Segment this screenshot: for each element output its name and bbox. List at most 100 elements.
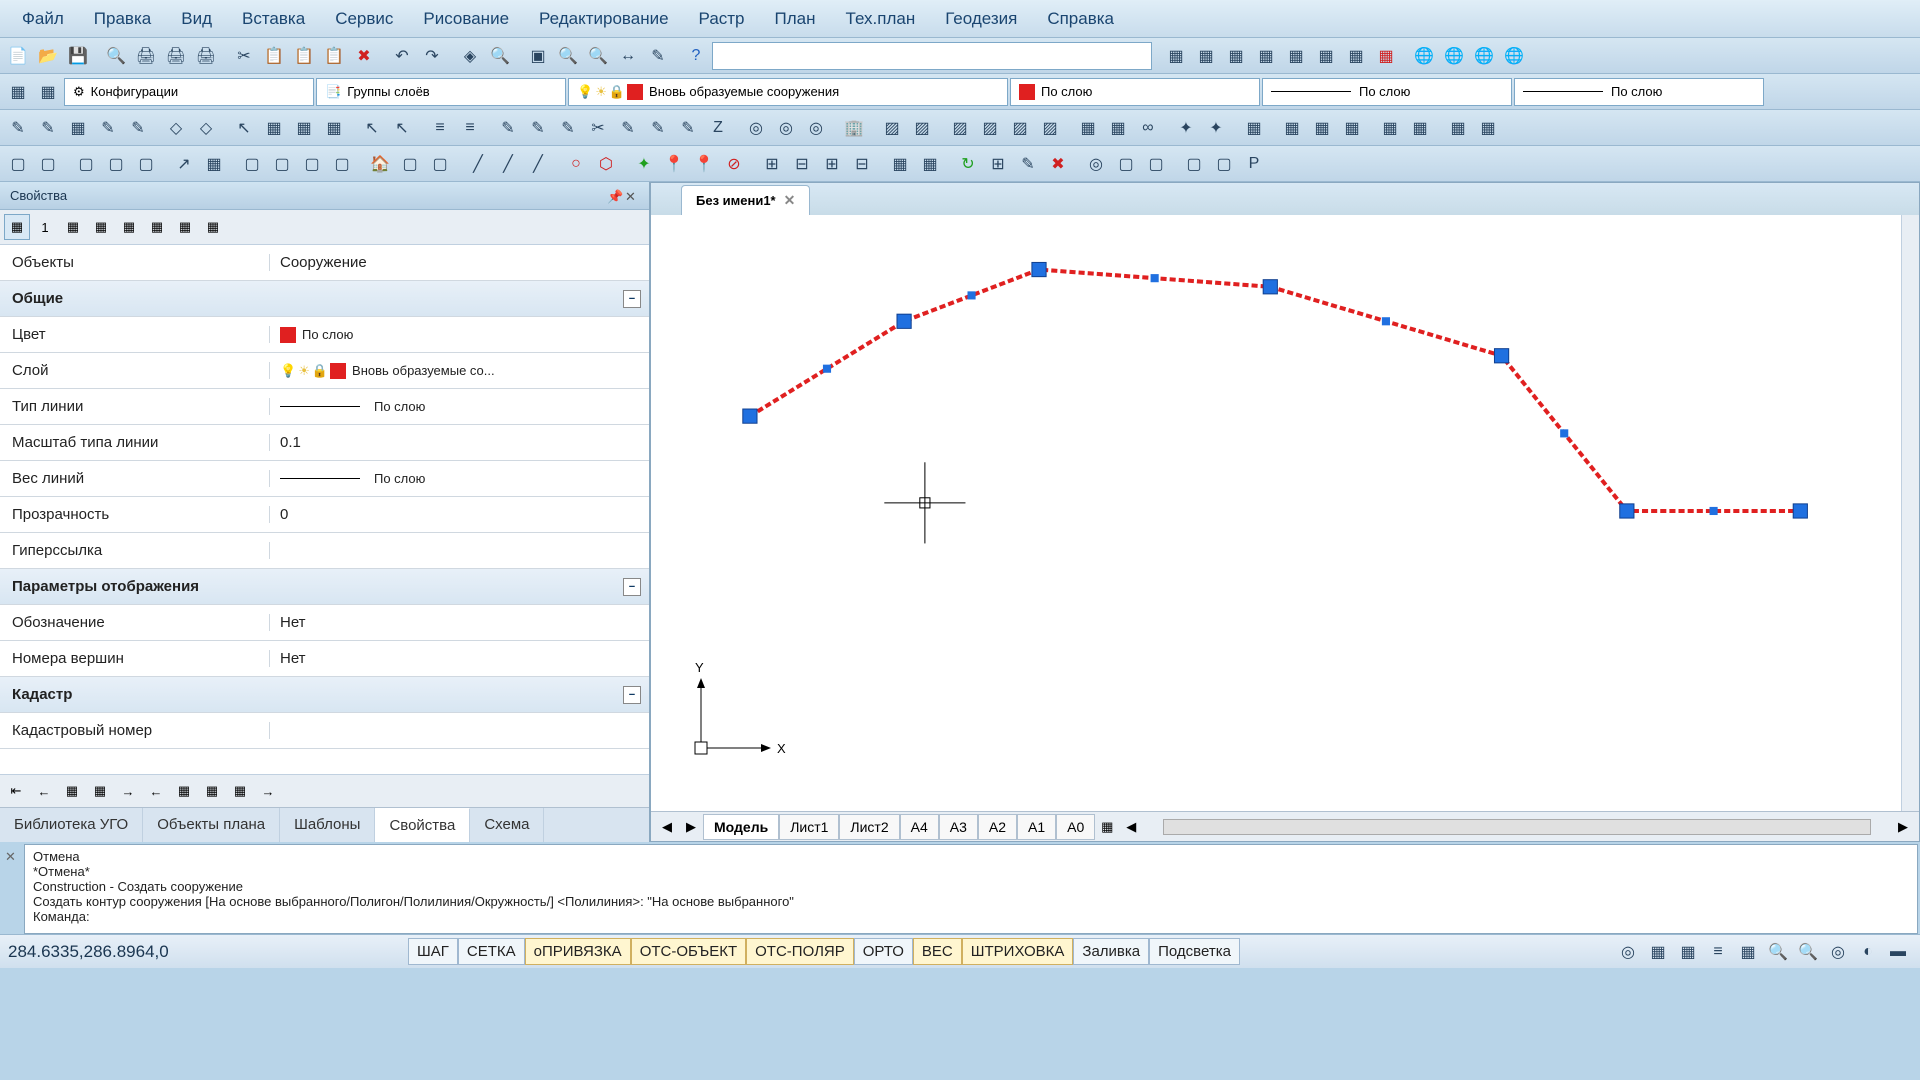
c4-ii-icon[interactable]: ▢ xyxy=(1112,150,1140,178)
c4-hh-icon[interactable]: ◎ xyxy=(1082,150,1110,178)
c4-w-icon[interactable]: ⊘ xyxy=(720,150,748,178)
config-combo[interactable]: ⚙ Конфигурации xyxy=(64,78,314,106)
print-icon[interactable]: 🖨 xyxy=(132,42,160,70)
status-toggle-отс-поляр[interactable]: ОТС-ПОЛЯР xyxy=(746,938,854,965)
sel-a-icon[interactable]: ↖ xyxy=(230,114,258,142)
prop-row-cadnum[interactable]: Кадастровый номер xyxy=(0,713,649,749)
nav-a-icon[interactable]: ▦ xyxy=(59,778,85,804)
c4-d-icon[interactable]: ▢ xyxy=(102,150,130,178)
c4-b-icon[interactable]: ▢ xyxy=(34,150,62,178)
c4-v-icon[interactable]: 📍 xyxy=(690,150,718,178)
star-b-icon[interactable]: ✦ xyxy=(1202,114,1230,142)
tool-c-icon[interactable]: ▦ xyxy=(64,114,92,142)
menu-view[interactable]: Вид xyxy=(167,3,226,35)
nav-e-icon[interactable]: ▦ xyxy=(171,778,197,804)
collapse-icon[interactable]: − xyxy=(623,578,641,596)
c4-bb-icon[interactable]: ▦ xyxy=(886,150,914,178)
zoom-out-icon[interactable]: 🔍 xyxy=(554,42,582,70)
ed-e-icon[interactable]: ✎ xyxy=(614,114,642,142)
prop-row-ltscale[interactable]: Масштаб типа линии 0.1 xyxy=(0,425,649,461)
menu-techplan[interactable]: Тех.план xyxy=(832,3,930,35)
ptool-g-icon[interactable]: ▦ xyxy=(172,214,198,240)
cur-a-icon[interactable]: ↖ xyxy=(358,114,386,142)
section-display[interactable]: Параметры отображения − xyxy=(0,569,649,605)
c4-mm-icon[interactable]: P xyxy=(1240,150,1268,178)
sel-b-icon[interactable]: ▦ xyxy=(260,114,288,142)
open-icon[interactable]: 📂 xyxy=(34,42,62,70)
menu-service[interactable]: Сервис xyxy=(321,3,407,35)
sheet-scrollbar[interactable] xyxy=(1163,819,1871,835)
status-toggle-штриховка[interactable]: ШТРИХОВКА xyxy=(962,938,1074,965)
tab-properties[interactable]: Свойства xyxy=(375,808,470,842)
linetype-combo[interactable]: По слою xyxy=(1262,78,1512,106)
status-toggle-вес[interactable]: ВЕС xyxy=(913,938,962,965)
c4-n-icon[interactable]: ▢ xyxy=(426,150,454,178)
c4-aa-icon[interactable]: ⊟ xyxy=(848,150,876,178)
zoom-in-icon[interactable]: 🔍 xyxy=(584,42,612,70)
ed-c-icon[interactable]: ✎ xyxy=(554,114,582,142)
c4-ff-icon[interactable]: ✎ xyxy=(1014,150,1042,178)
status-toggle-сетка[interactable]: СЕТКА xyxy=(458,938,525,965)
grid-f-icon[interactable]: ▦ xyxy=(1312,42,1340,70)
big-f-icon[interactable]: ▦ xyxy=(1444,114,1472,142)
list-b-icon[interactable]: ≡ xyxy=(456,114,484,142)
collapse-icon[interactable]: − xyxy=(623,290,641,308)
pin-icon[interactable]: 📌 xyxy=(607,189,621,203)
c4-jj-icon[interactable]: ▢ xyxy=(1142,150,1170,178)
nav-c-icon[interactable]: → xyxy=(115,778,141,804)
zoom-win-icon[interactable]: ▣ xyxy=(524,42,552,70)
prop-row-objects[interactable]: Объекты Сооружение xyxy=(0,245,649,281)
c4-y-icon[interactable]: ⊟ xyxy=(788,150,816,178)
stat-c-icon[interactable]: ▦ xyxy=(1674,938,1702,966)
c4-ee-icon[interactable]: ⊞ xyxy=(984,150,1012,178)
menu-insert[interactable]: Вставка xyxy=(228,3,319,35)
cut-icon[interactable]: ✂ xyxy=(230,42,258,70)
ed-b-icon[interactable]: ✎ xyxy=(524,114,552,142)
ptool-a-icon[interactable]: ▦ xyxy=(4,214,30,240)
prop-row-lweight[interactable]: Вес линий По слою xyxy=(0,461,649,497)
layer-combo[interactable]: 💡☀🔒 Вновь образуемые сооружения xyxy=(568,78,1008,106)
big-b-icon[interactable]: ▦ xyxy=(1308,114,1336,142)
ed-h-icon[interactable]: Z xyxy=(704,114,732,142)
c4-gg-icon[interactable]: ✖ xyxy=(1044,150,1072,178)
stat-d-icon[interactable]: ≡ xyxy=(1704,938,1732,966)
close-icon[interactable]: ✕ xyxy=(625,189,639,203)
status-toggle-заливка[interactable]: Заливка xyxy=(1073,938,1149,965)
sheet-1[interactable]: Лист1 xyxy=(779,814,839,840)
tool-e-icon[interactable]: ✎ xyxy=(124,114,152,142)
prop-row-hyperlink[interactable]: Гиперссылка xyxy=(0,533,649,569)
erase-icon[interactable]: ◈ xyxy=(456,42,484,70)
measure-icon[interactable]: ↔ xyxy=(614,42,642,70)
print3-icon[interactable]: 🖨 xyxy=(192,42,220,70)
sheet-a1[interactable]: A1 xyxy=(1017,814,1056,840)
world-c-icon[interactable]: 🌐 xyxy=(1470,42,1498,70)
c4-q-icon[interactable]: ╱ xyxy=(524,150,552,178)
c4-cc-icon[interactable]: ▦ xyxy=(916,150,944,178)
redo-icon[interactable]: ↷ xyxy=(418,42,446,70)
sheet-scroll-left-icon[interactable]: ◀ xyxy=(1119,815,1143,839)
c4-kk-icon[interactable]: ▢ xyxy=(1180,150,1208,178)
sheet-model[interactable]: Модель xyxy=(703,814,779,840)
ed-g-icon[interactable]: ✎ xyxy=(674,114,702,142)
prop-row-color[interactable]: Цвет По слою xyxy=(0,317,649,353)
paste2-icon[interactable]: 📋 xyxy=(320,42,348,70)
grd-b-icon[interactable]: ▦ xyxy=(1104,114,1132,142)
sheet-2[interactable]: Лист2 xyxy=(839,814,899,840)
tool-b-icon[interactable]: ✎ xyxy=(34,114,62,142)
pt-c-icon[interactable]: ◎ xyxy=(802,114,830,142)
stat-e-icon[interactable]: ▦ xyxy=(1734,938,1762,966)
paste-icon[interactable]: 📋 xyxy=(290,42,318,70)
c4-j-icon[interactable]: ▢ xyxy=(298,150,326,178)
stat-f-icon[interactable]: 🔍 xyxy=(1764,938,1792,966)
c4-u-icon[interactable]: 📍 xyxy=(660,150,688,178)
world-b-icon[interactable]: 🌐 xyxy=(1440,42,1468,70)
big-c-icon[interactable]: ▦ xyxy=(1338,114,1366,142)
find2-icon[interactable]: 🔍 xyxy=(486,42,514,70)
grd-c-icon[interactable]: ∞ xyxy=(1134,114,1162,142)
vertical-scrollbar[interactable] xyxy=(1901,215,1919,811)
tab-templates[interactable]: Шаблоны xyxy=(280,808,375,842)
menu-editops[interactable]: Редактирование xyxy=(525,3,683,35)
world-d-icon[interactable]: 🌐 xyxy=(1500,42,1528,70)
nav-g-icon[interactable]: ▦ xyxy=(227,778,253,804)
c4-p-icon[interactable]: ╱ xyxy=(494,150,522,178)
